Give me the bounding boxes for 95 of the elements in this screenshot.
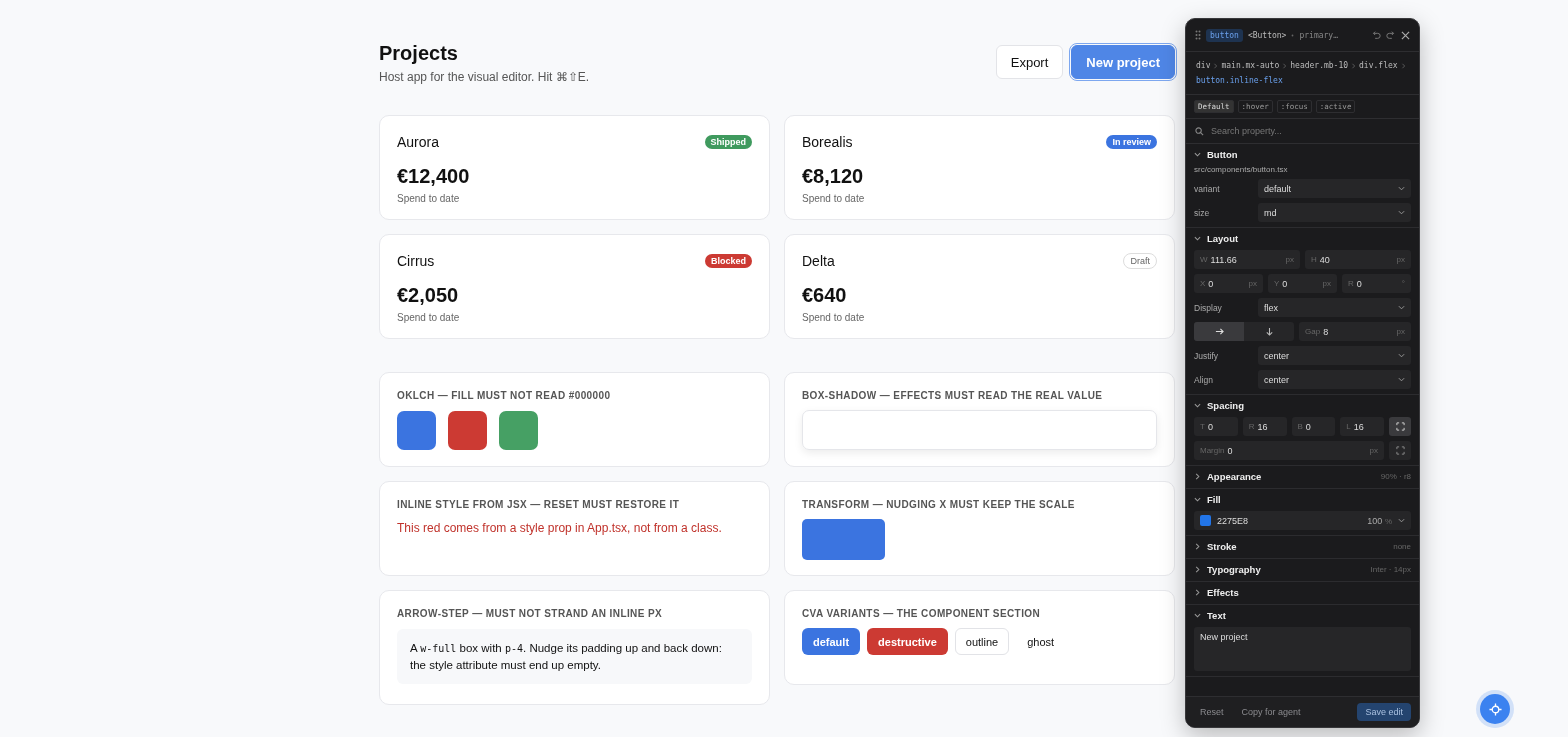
select-field[interactable]: center (1258, 370, 1411, 389)
project-name: Delta (802, 253, 835, 269)
chevron-icon[interactable] (1194, 234, 1201, 242)
card-heading: INLINE STYLE FROM JSX — RESET MUST RESTORE IT (397, 499, 681, 510)
search-field[interactable]: Search property... (1209, 125, 1410, 137)
chevron-down-icon (1398, 376, 1405, 383)
close-icon[interactable] (1401, 30, 1410, 40)
section-title[interactable]: Spacing (1207, 399, 1244, 411)
amount-caption: Spend to date (397, 312, 461, 323)
status-badge: Shipped (704, 135, 752, 149)
chevron-icon[interactable] (1194, 495, 1201, 503)
drag-handle-icon[interactable] (1195, 30, 1201, 40)
section-title[interactable]: Fill (1207, 493, 1221, 505)
amount-caption: Spend to date (802, 312, 866, 323)
chevron-down-icon (1398, 352, 1405, 359)
section-title[interactable]: Button (1207, 148, 1238, 160)
note-text: A w-full box with p-4. Nudge its padding up and back down: the style attribute must end up empty. (397, 629, 752, 684)
variant-hint: primary… (1299, 30, 1338, 40)
fill-field[interactable]: 2275E8 100 % (1194, 511, 1411, 530)
card-heading: ARROW-STEP — MUST NOT STRAND AN INLINE PX (397, 608, 664, 619)
section-title[interactable]: Effects (1207, 586, 1239, 598)
chevron-right-icon (1282, 62, 1288, 69)
project-name: Aurora (397, 134, 440, 150)
arrow-right-icon (1214, 327, 1224, 336)
property-label: Justify (1194, 350, 1220, 361)
chevron-down-icon (1398, 517, 1405, 524)
section-title[interactable]: Appearance (1207, 470, 1262, 482)
arrow-down-icon (1264, 327, 1274, 336)
target-icon[interactable] (1480, 694, 1510, 724)
property-label: variant (1194, 183, 1221, 194)
chevron-icon[interactable] (1194, 401, 1201, 409)
status-badge: Draft (1123, 253, 1157, 269)
variant-button[interactable]: ghost (1016, 628, 1066, 655)
breadcrumb-link[interactable]: button.inline-flex (1196, 73, 1283, 88)
chevron-icon[interactable] (1194, 565, 1201, 573)
chevron-right-icon (1400, 62, 1406, 69)
page-subtitle: Host app for the visual editor. Hit ⌘⇧E. (379, 70, 590, 84)
select-field[interactable]: center (1258, 346, 1411, 365)
text-field[interactable]: New project (1194, 627, 1411, 671)
select-field[interactable]: flex (1258, 298, 1411, 317)
project-name: Borealis (802, 134, 853, 150)
section-title[interactable]: Layout (1207, 232, 1239, 244)
card-heading: TRANSFORM — NUDGING X MUST KEEP THE SCALE (802, 499, 1076, 510)
variant-button[interactable]: outline (954, 628, 1010, 655)
status-badge: In review (1106, 135, 1157, 149)
breadcrumb-link[interactable]: header.mb-10 (1290, 58, 1349, 73)
card-heading: OKLCH — FILL MUST NOT READ #000000 (397, 390, 612, 401)
property-label: size (1194, 207, 1211, 218)
expand-icon[interactable] (1389, 417, 1411, 436)
amount-value: €2,050 (397, 284, 460, 307)
breadcrumb-link[interactable]: div.flex (1359, 58, 1398, 73)
undo-icon[interactable] (1371, 30, 1381, 40)
search-icon (1195, 126, 1204, 136)
chevron-icon[interactable] (1194, 542, 1201, 550)
chevron-icon[interactable] (1194, 472, 1201, 480)
select-field[interactable]: md (1258, 203, 1411, 222)
redo-icon[interactable] (1386, 30, 1396, 40)
chevron-icon[interactable] (1194, 150, 1201, 158)
section-title[interactable]: Text (1207, 609, 1226, 621)
export-button[interactable]: Export (995, 45, 1064, 79)
breadcrumb-link[interactable]: div (1196, 58, 1211, 73)
amount-caption: Spend to date (802, 193, 866, 204)
section-title[interactable]: Stroke (1207, 540, 1237, 552)
amount-caption: Spend to date (397, 193, 461, 204)
new-project-button[interactable]: New project (1071, 45, 1175, 79)
property-label: Display (1194, 302, 1223, 313)
chevron-down-icon (1398, 209, 1405, 216)
chevron-icon[interactable] (1194, 611, 1201, 619)
section-summary: none (1393, 541, 1411, 551)
project-name: Cirrus (397, 253, 435, 269)
amount-value: €8,120 (802, 165, 865, 188)
fill-swatch[interactable] (1200, 515, 1211, 526)
status-badge: Blocked (705, 254, 752, 268)
chevron-icon[interactable] (1194, 588, 1201, 596)
variant-button[interactable]: destructive (867, 628, 948, 655)
element-tag: button (1206, 28, 1243, 42)
file-path: src/components/button.tsx (1194, 165, 1289, 174)
section-summary: Inter · 14px (1370, 564, 1411, 574)
amount-value: €640 (802, 284, 848, 307)
inline-style-text: This red comes from a style prop in App.tsx, not from a class. (397, 521, 723, 535)
page-title: Projects (379, 42, 459, 65)
chevron-down-icon (1398, 304, 1405, 311)
expand-icon[interactable] (1389, 441, 1411, 460)
chevron-right-icon (1213, 62, 1219, 69)
card-heading: CVA VARIANTS — THE COMPONENT SECTION (802, 608, 1042, 619)
section-title[interactable]: Typography (1207, 563, 1261, 575)
amount-value: €12,400 (397, 165, 471, 188)
breadcrumb-link[interactable]: main.mx-auto (1221, 58, 1280, 73)
property-label: Align (1194, 374, 1214, 385)
component-name: <Button> (1247, 30, 1287, 40)
variant-button[interactable]: default (802, 628, 861, 655)
chevron-right-icon (1351, 62, 1357, 69)
chevron-down-icon (1398, 185, 1405, 192)
select-field[interactable]: default (1258, 179, 1411, 198)
card-heading: BOX-SHADOW — EFFECTS MUST READ THE REAL VALUE (802, 390, 1104, 401)
